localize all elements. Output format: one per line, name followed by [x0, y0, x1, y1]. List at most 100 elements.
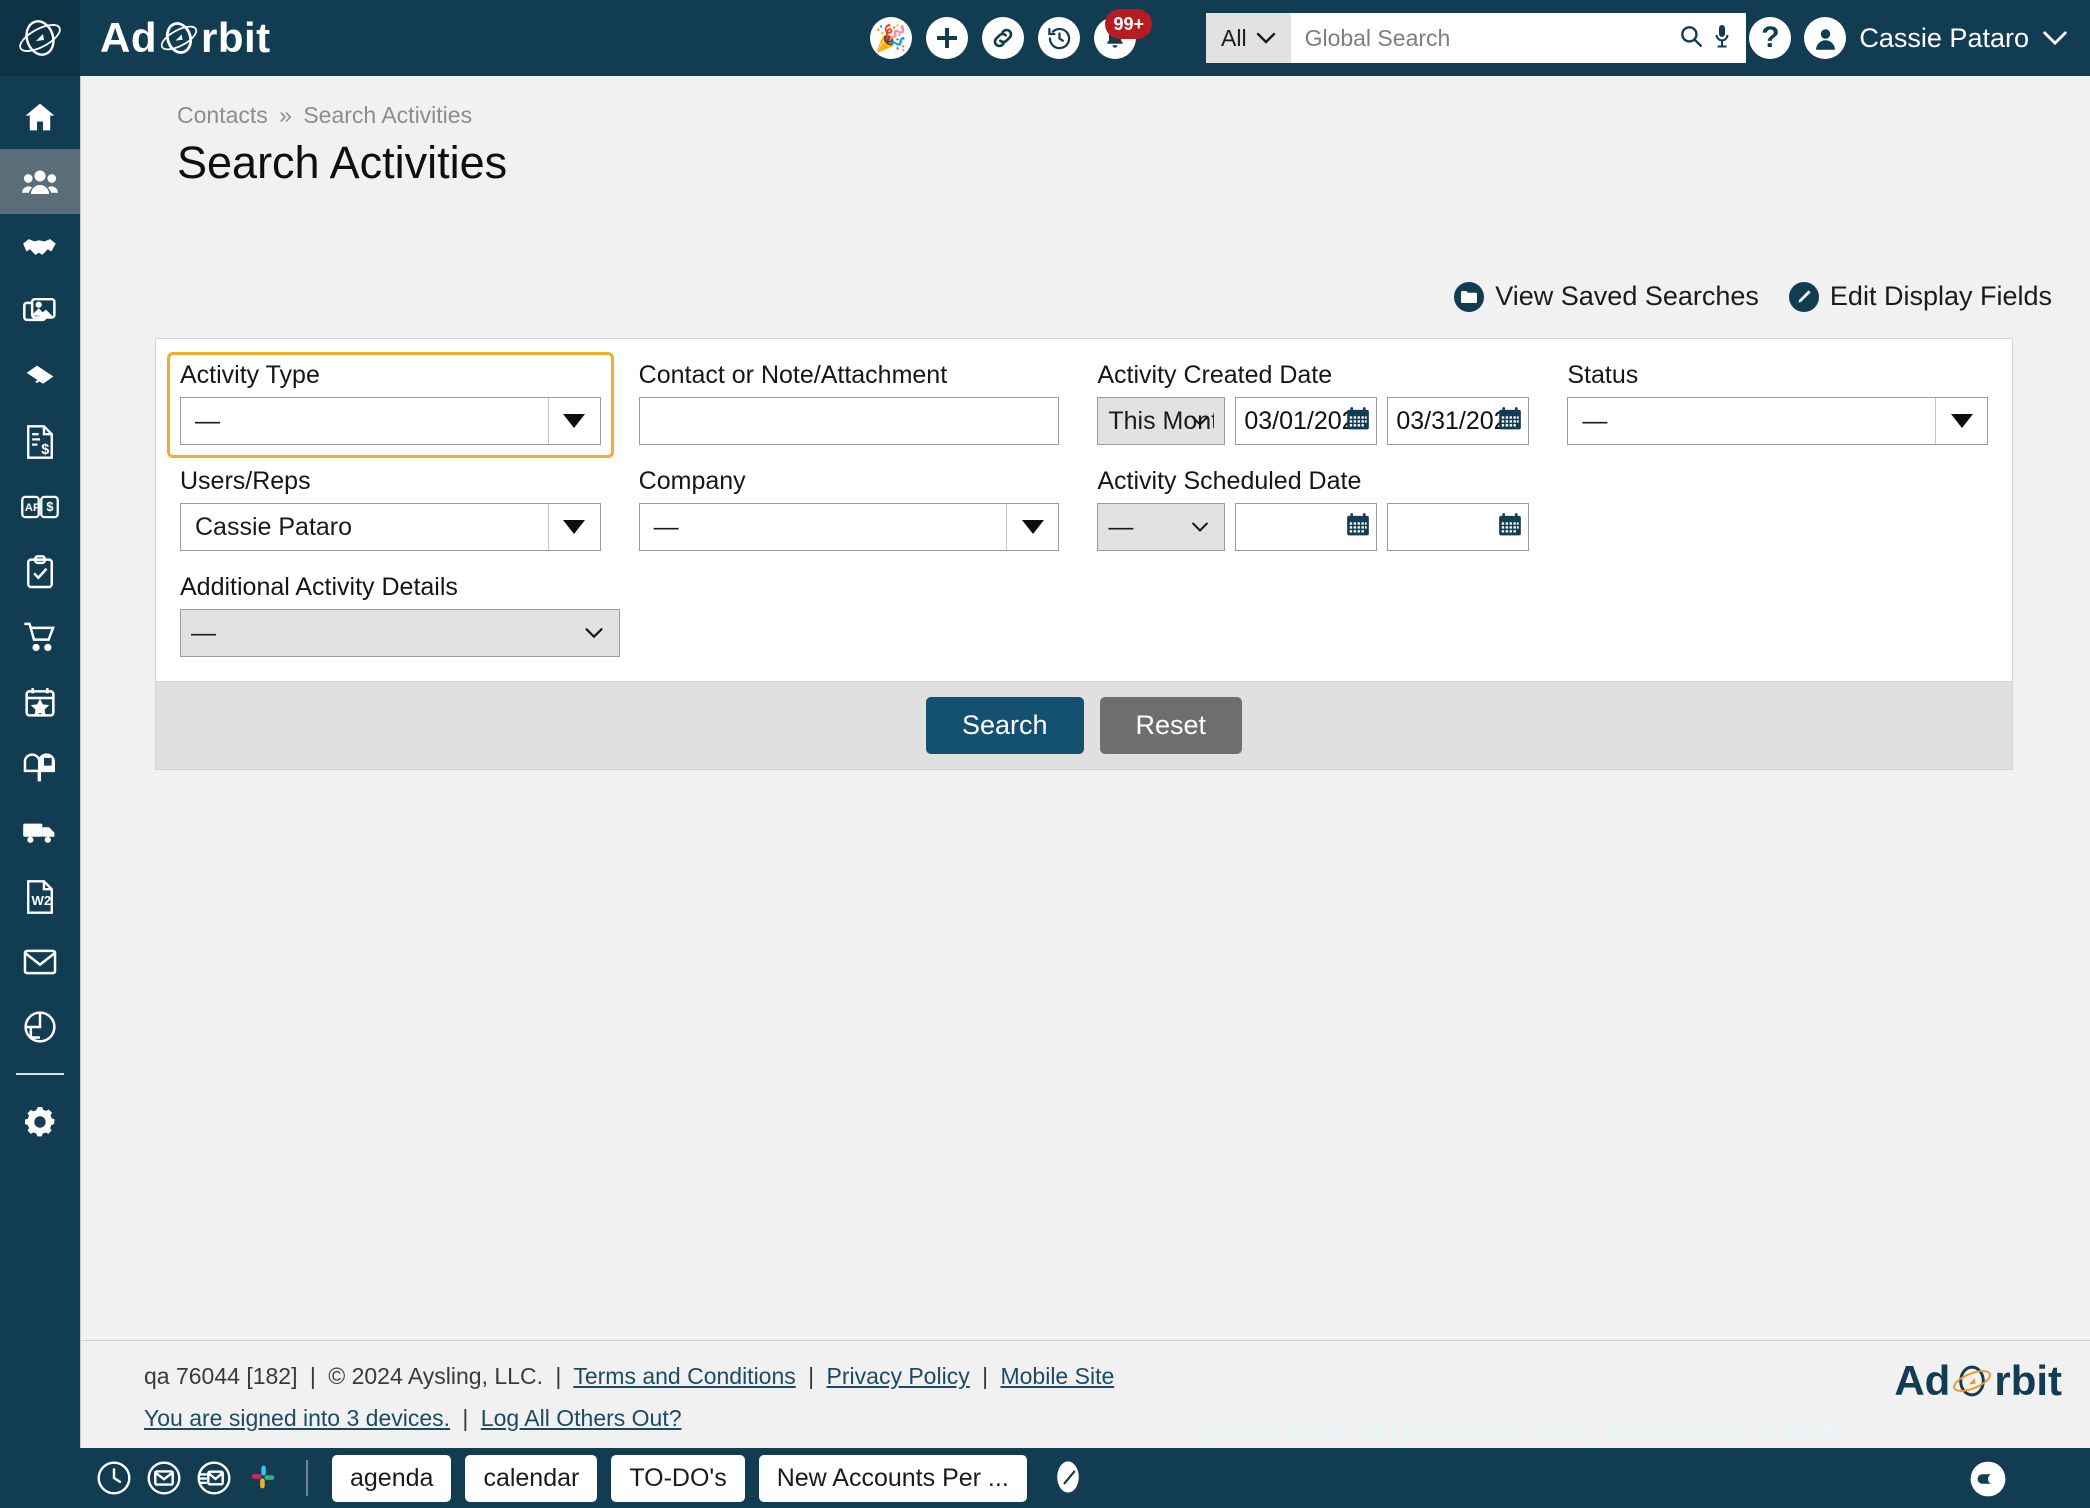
link-icon[interactable]	[982, 17, 1024, 59]
app-wordmark[interactable]: Ad rbit	[100, 14, 271, 62]
avatar[interactable]	[1804, 17, 1847, 59]
sidebar-item-tasks[interactable]	[0, 539, 80, 604]
user-menu-chevron-down-icon[interactable]	[2042, 29, 2068, 47]
footer-divider: |	[808, 1363, 815, 1389]
sidebar-item-contacts[interactable]	[0, 149, 80, 214]
sidebar-item-events[interactable]	[0, 669, 80, 734]
toggle-switch-icon[interactable]	[1969, 1460, 2006, 1497]
footer-divider: |	[982, 1363, 989, 1389]
sidebar-item-deals[interactable]	[0, 214, 80, 279]
activity-created-from-input[interactable]	[1235, 397, 1378, 445]
slack-icon[interactable]	[246, 1460, 282, 1496]
reset-button[interactable]: Reset	[1099, 697, 1243, 754]
gear-icon	[25, 1106, 55, 1136]
search-input[interactable]	[1304, 24, 1672, 52]
users-reps-value: Cassie Pataro	[195, 512, 353, 541]
additional-activity-details-field: Additional Activity Details —	[180, 573, 620, 657]
activity-created-from-box	[1235, 397, 1378, 445]
sidebar-item-mailbox[interactable]	[0, 734, 80, 799]
edit-pencil-icon[interactable]	[1051, 1460, 1087, 1496]
sidebar-item-reports[interactable]	[0, 994, 80, 1059]
celebration-icon[interactable]: 🎉	[870, 17, 912, 59]
edit-display-fields-button[interactable]: Edit Display Fields	[1788, 281, 2052, 312]
sidebar-item-email[interactable]	[0, 929, 80, 994]
sidebar-item-media[interactable]	[0, 279, 80, 344]
taskbar-right-controls	[1969, 1460, 2006, 1497]
user-name-label: Cassie Pataro	[1859, 22, 2029, 53]
status-value: —	[1582, 406, 1608, 435]
search-scope-dropdown[interactable]: All	[1206, 13, 1291, 63]
activity-created-to-box	[1387, 397, 1530, 445]
handshake-icon	[23, 238, 56, 255]
wordmark-text-rbit: rbit	[201, 14, 271, 61]
sidebar-item-invoices[interactable]: $	[0, 409, 80, 474]
app-logo-mark[interactable]	[0, 0, 80, 76]
users-reps-chevron-down-icon[interactable]	[547, 504, 600, 550]
sidebar-divider	[16, 1073, 64, 1075]
company-chevron-down-icon[interactable]	[1006, 504, 1058, 550]
footer-divider: |	[555, 1363, 562, 1389]
panel-action-buttons: Search Reset	[156, 681, 2012, 769]
privacy-link[interactable]: Privacy Policy	[827, 1363, 970, 1389]
filter-row-2: Users/Reps Cassie Pataro Company — Activ…	[180, 467, 1988, 551]
mobile-site-link[interactable]: Mobile Site	[1000, 1363, 1114, 1389]
delivery-truck-icon	[23, 823, 55, 843]
global-search-bar: All	[1206, 13, 1746, 63]
clock-icon[interactable]	[96, 1460, 132, 1496]
status-dropdown[interactable]: —	[1567, 397, 1989, 445]
left-sidebar-navigation: $ AP $ W2	[0, 76, 80, 1508]
status-chevron-down-icon[interactable]	[1935, 398, 1987, 444]
sidebar-item-settings[interactable]	[0, 1089, 80, 1154]
terms-link[interactable]: Terms and Conditions	[573, 1363, 795, 1389]
user-menu-area: ? Cassie Pataro	[1749, 0, 2068, 76]
sidebar-item-w2-forms[interactable]: W2	[0, 864, 80, 929]
activity-scheduled-range-select[interactable]: —	[1097, 503, 1226, 551]
chevron-down-icon	[1256, 32, 1275, 44]
activity-scheduled-to-input[interactable]	[1387, 503, 1530, 551]
notifications-bell-icon[interactable]: 99+	[1094, 9, 1152, 59]
sidebar-item-home[interactable]	[0, 84, 80, 149]
contacts-icon	[22, 169, 58, 194]
activity-created-to-input[interactable]	[1387, 397, 1530, 445]
view-saved-searches-button[interactable]: View Saved Searches	[1454, 281, 1759, 312]
signed-in-devices-link[interactable]: You are signed into 3 devices.	[144, 1405, 450, 1431]
orbit-planet-icon	[19, 20, 61, 56]
additional-activity-details-label: Additional Activity Details	[180, 573, 458, 601]
users-reps-dropdown[interactable]: Cassie Pataro	[180, 503, 601, 551]
envelope-icon[interactable]	[146, 1460, 182, 1496]
search-icon[interactable]	[1678, 23, 1704, 54]
taskbar-tab-agenda[interactable]: agenda	[332, 1454, 452, 1502]
view-saved-searches-label: View Saved Searches	[1495, 281, 1759, 311]
breadcrumb-parent[interactable]: Contacts	[177, 102, 268, 128]
search-button[interactable]: Search	[925, 697, 1084, 754]
taskbar-tab-new-accounts[interactable]: New Accounts Per ...	[758, 1454, 1027, 1502]
taskbar-tab-calendar[interactable]: calendar	[465, 1454, 598, 1502]
contact-or-note-input[interactable]	[638, 397, 1060, 445]
envelope-lines-icon[interactable]	[196, 1460, 232, 1496]
performance-stats: Queries Made: 73 | render time: 0.22s | …	[1200, 1418, 1844, 1444]
company-dropdown[interactable]: —	[638, 503, 1060, 551]
sidebar-item-orders[interactable]	[0, 604, 80, 669]
activity-type-dropdown[interactable]: —	[180, 397, 601, 445]
footer-copyright: © 2024 Aysling, LLC.	[328, 1363, 543, 1389]
sidebar-item-shipping[interactable]	[0, 799, 80, 864]
activity-type-chevron-down-icon[interactable]	[547, 398, 600, 444]
add-icon[interactable]	[926, 17, 968, 59]
wordmark-orbit-o-icon	[160, 22, 198, 54]
microphone-icon[interactable]	[1710, 23, 1734, 54]
history-icon[interactable]	[1038, 17, 1080, 59]
log-all-others-out-link[interactable]: Log All Others Out?	[481, 1405, 682, 1431]
activity-scheduled-from-input[interactable]	[1235, 503, 1378, 551]
additional-activity-details-select[interactable]: —	[180, 609, 620, 657]
sidebar-item-accounts-payable[interactable]: AP $	[0, 474, 80, 539]
taskbar-tab-todos[interactable]: TO-DO's	[611, 1454, 745, 1502]
footer-info-line: qa 76044 [182] | © 2024 Aysling, LLC. | …	[144, 1363, 1114, 1390]
activity-created-range-wrap: This Month	[1097, 397, 1226, 445]
sidebar-item-tickets[interactable]	[0, 344, 80, 409]
filter-fields-container: Activity Type — Contact or Note/Attachme…	[156, 339, 2012, 681]
activity-created-range-select[interactable]: This Month	[1097, 397, 1226, 445]
contact-or-note-label: Contact or Note/Attachment	[638, 361, 948, 389]
help-icon[interactable]: ?	[1749, 17, 1792, 59]
notification-count-badge: 99+	[1105, 9, 1152, 39]
pencil-icon	[1788, 281, 1819, 312]
